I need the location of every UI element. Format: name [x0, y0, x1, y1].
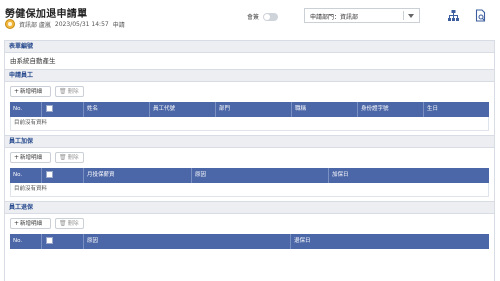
select-divider	[403, 11, 404, 20]
col-reason: 原因	[192, 168, 329, 183]
form-number-value: 由系統自動產生	[10, 57, 56, 65]
add-button-label: 新增明細	[20, 221, 43, 227]
apply-datetime: 2023/05/31 14:57	[54, 20, 109, 28]
applicant-name: 資訊部 盧嵐	[19, 21, 51, 29]
form-content: 表單編號 由系統自動產生 申請員工 +新增明細 🗑刪除 No. 姓名 員工代號 …	[4, 40, 495, 281]
chevron-down-icon	[408, 14, 414, 18]
enroll-empty-row: 目前沒有資料	[10, 183, 489, 197]
col-select	[42, 234, 84, 249]
select-all-checkbox[interactable]	[46, 171, 53, 178]
trash-icon: 🗑	[59, 154, 67, 161]
countersign-label: 會簽	[247, 14, 260, 21]
page-header: 勞健保加退申請單 資訊部 盧嵐 2023/05/31 14:57 申請 會簽 申…	[0, 0, 500, 36]
col-insured-salary: 月投保薪資	[84, 168, 192, 183]
plus-icon: +	[14, 88, 20, 95]
delete-button-label: 刪除	[67, 155, 79, 161]
withdraw-toolbar: +新增明細 🗑刪除	[5, 214, 494, 234]
col-title: 職稱	[292, 102, 358, 117]
col-birthday: 生日	[427, 106, 439, 112]
col-name: 姓名	[84, 102, 150, 117]
add-button-label: 新增明細	[20, 89, 43, 95]
delete-withdraw-button[interactable]: 🗑刪除	[55, 218, 84, 229]
withdraw-section-title: 員工退保	[5, 201, 494, 214]
org-chart-icon[interactable]	[447, 9, 460, 22]
countersign-toggle[interactable]	[263, 12, 279, 21]
withdraw-table-header: No. 原因 退保日	[10, 234, 489, 249]
select-all-checkbox[interactable]	[46, 237, 53, 244]
trash-icon: 🗑	[59, 220, 67, 227]
applicants-section-title: 申請員工	[5, 69, 494, 82]
add-enroll-button[interactable]: +新增明細	[10, 152, 51, 163]
select-all-checkbox[interactable]	[46, 105, 53, 112]
col-enroll-date: 加保日	[332, 172, 349, 178]
applicant-meta: 資訊部 盧嵐 2023/05/31 14:57 申請	[5, 19, 129, 29]
applicants-toolbar: +新增明細 🗑刪除	[5, 82, 494, 102]
document-preview-icon[interactable]	[474, 9, 487, 22]
enroll-table-header: No. 月投保薪資 原因 加保日	[10, 168, 489, 183]
col-department: 部門	[216, 102, 292, 117]
col-select	[42, 102, 84, 117]
col-no: No.	[10, 102, 42, 117]
delete-applicant-button[interactable]: 🗑刪除	[55, 86, 84, 97]
plus-icon: +	[14, 154, 20, 161]
add-applicant-button[interactable]: +新增明細	[10, 86, 51, 97]
applicants-empty-row: 目前沒有資料	[10, 117, 489, 131]
delete-enroll-button[interactable]: 🗑刪除	[55, 152, 84, 163]
col-no: No.	[10, 234, 42, 249]
applicants-table-header: No. 姓名 員工代號 部門 職稱 身份證字號 生日	[10, 102, 489, 117]
col-id-number: 身份證字號	[358, 102, 424, 117]
col-withdraw-date: 退保日	[294, 238, 311, 244]
enroll-toolbar: +新增明細 🗑刪除	[5, 148, 494, 168]
countersign-toggle-group: 會簽	[247, 12, 279, 21]
col-no: No.	[10, 168, 42, 183]
col-select	[42, 168, 84, 183]
page-title: 勞健保加退申請單	[5, 9, 88, 20]
add-button-label: 新增明細	[20, 155, 43, 161]
department-select[interactable]: 申請部門：資訊部	[304, 8, 420, 23]
col-reason: 原因	[84, 234, 291, 249]
form-number-section-title: 表單編號	[5, 40, 494, 53]
add-withdraw-button[interactable]: +新增明細	[10, 218, 51, 229]
delete-button-label: 刪除	[67, 89, 79, 95]
plus-icon: +	[14, 220, 20, 227]
avatar	[5, 19, 15, 29]
trash-icon: 🗑	[59, 88, 67, 95]
delete-button-label: 刪除	[67, 221, 79, 227]
toggle-knob	[264, 13, 271, 20]
department-select-value: 申請部門：資訊部	[310, 14, 359, 21]
enroll-section-title: 員工加保	[5, 135, 494, 148]
col-employee-id: 員工代號	[150, 102, 216, 117]
apply-action: 申請	[112, 21, 125, 29]
